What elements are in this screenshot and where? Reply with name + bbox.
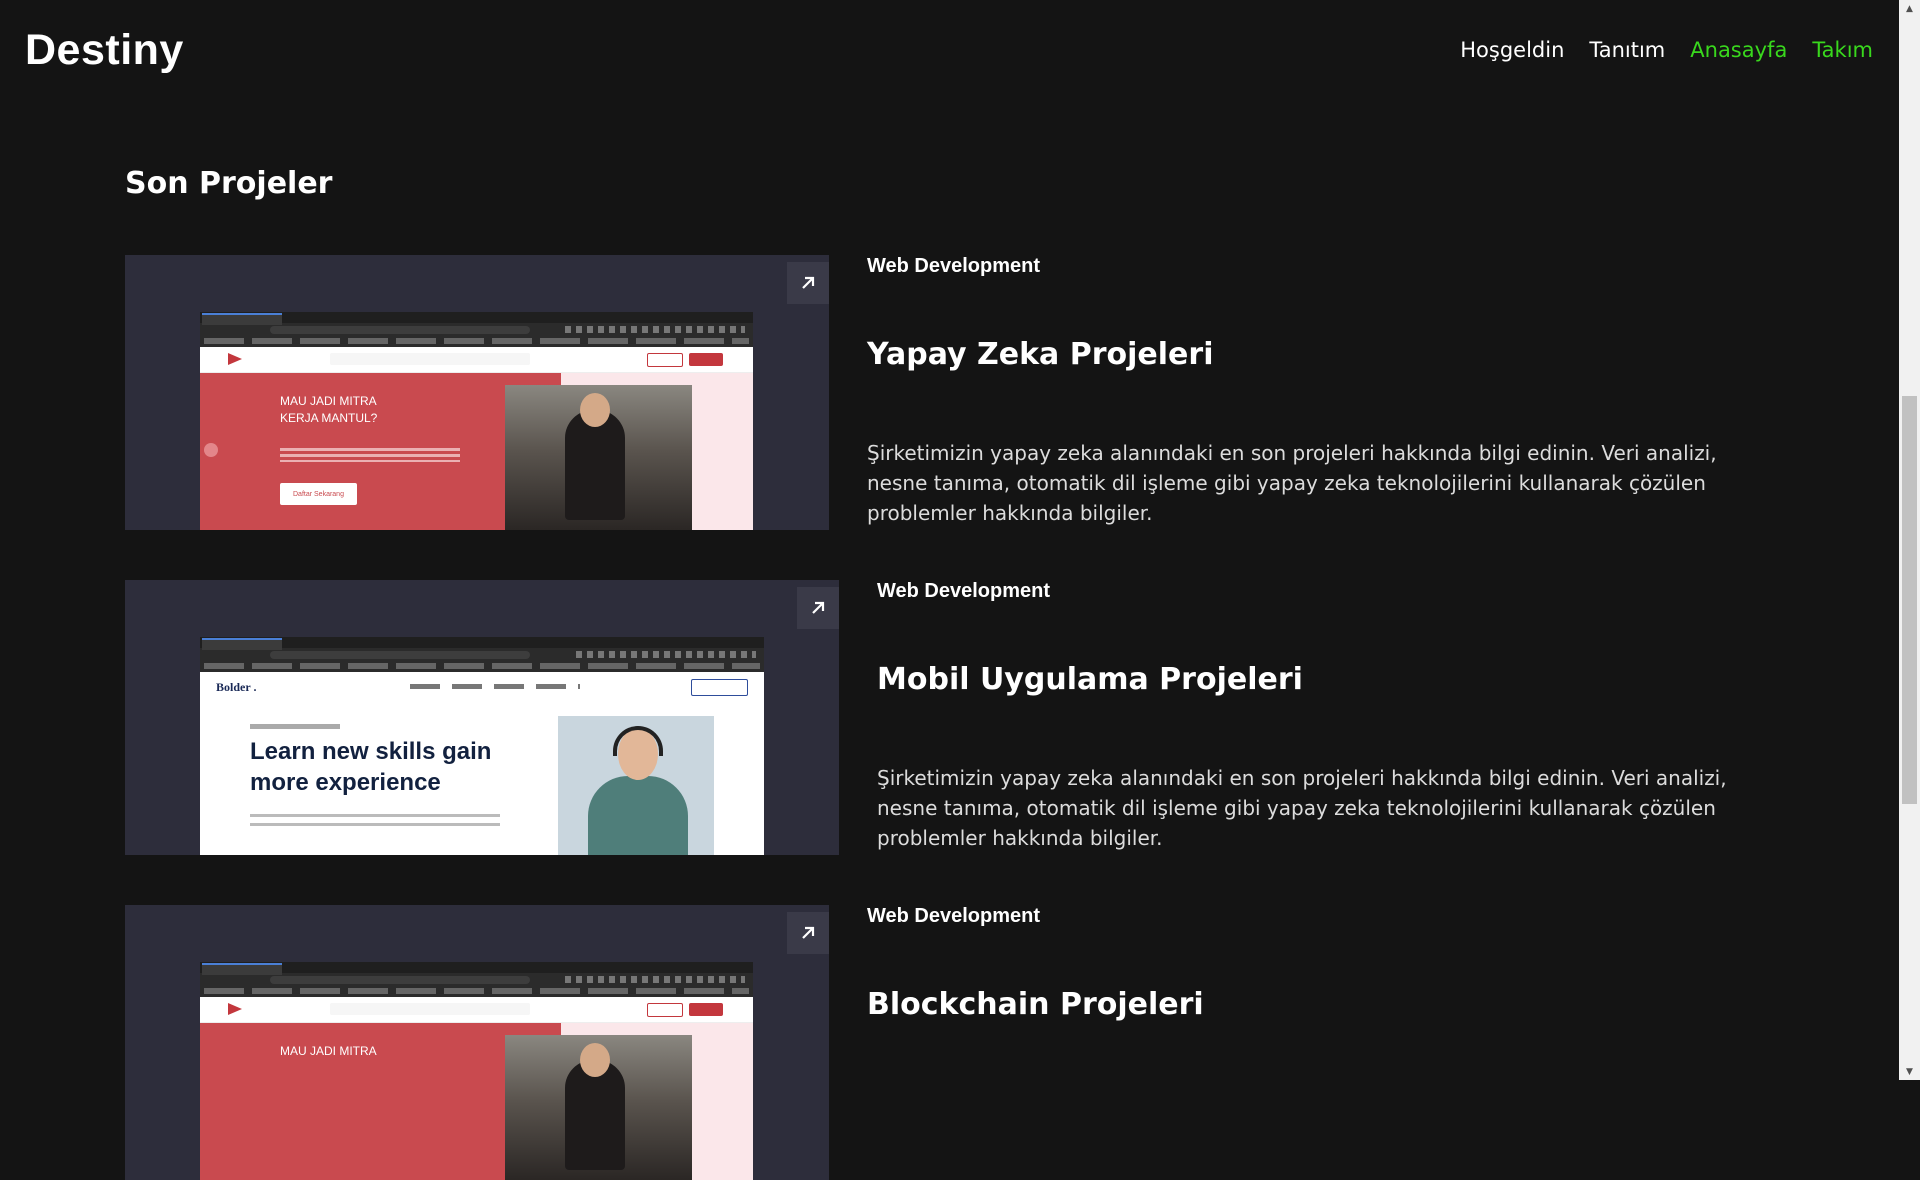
arrow-up-right-icon	[802, 276, 815, 289]
preview-hero: Learn new skills gain more experience	[200, 702, 764, 855]
project-title: Mobil Uygulama Projeleri	[877, 662, 1303, 697]
nav-link-hosgeldin[interactable]: Hoşgeldin	[1460, 38, 1564, 62]
triangle-down-icon[interactable]: ▼	[1899, 1063, 1920, 1080]
header: Destiny Hoşgeldin Tanıtım Anasayfa Takım	[0, 0, 1899, 100]
project-item: Bolder . Learn new skills gain more expe…	[125, 580, 1825, 855]
preview-cta: Daftar Sekarang	[280, 483, 357, 505]
nav-link-tanitim[interactable]: Tanıtım	[1589, 38, 1665, 62]
project-description: Şirketimizin yapay zeka alanındaki en so…	[877, 766, 1727, 850]
project-card[interactable]: MAU JADI MITRA KERJA MANTUL? Daftar Seka…	[125, 255, 829, 530]
browser-chrome	[200, 637, 764, 672]
arrow-up-right-icon	[812, 601, 825, 614]
nav-link-anasayfa[interactable]: Anasayfa	[1690, 38, 1787, 62]
preview-hero-text: MAU JADI MITRA	[280, 1044, 377, 1058]
project-category: Web Development	[877, 580, 1050, 602]
arrow-up-right-icon	[802, 926, 815, 939]
project-title: Blockchain Projeleri	[867, 987, 1204, 1022]
brand-logo[interactable]: Destiny	[25, 26, 184, 75]
open-project-button[interactable]	[787, 262, 829, 304]
preview-hero-text: MAU JADI MITRA KERJA MANTUL?	[280, 394, 378, 425]
open-project-button[interactable]	[787, 912, 829, 954]
preview-navbar	[200, 347, 753, 373]
project-item: MAU JADI MITRA KERJA MANTUL? Daftar Seka…	[125, 255, 1825, 530]
preview-photo	[558, 716, 714, 855]
project-item: MAU JADI MITRA Web Development Blockchai…	[125, 905, 1825, 1180]
project-preview-image: MAU JADI MITRA KERJA MANTUL? Daftar Seka…	[200, 312, 753, 530]
triangle-up-icon[interactable]: ▲	[1899, 0, 1920, 17]
main-nav: Hoşgeldin Tanıtım Anasayfa Takım	[1460, 38, 1873, 62]
preview-hero: MAU JADI MITRA	[200, 1023, 753, 1180]
preview-photo	[505, 385, 692, 530]
section-title: Son Projeler	[125, 166, 333, 201]
nav-link-takim[interactable]: Takım	[1812, 38, 1873, 62]
preview-photo	[505, 1035, 692, 1180]
preview-hero: MAU JADI MITRA KERJA MANTUL? Daftar Seka…	[200, 373, 753, 530]
page-scrollbar[interactable]: ▲ ▼	[1899, 0, 1920, 1080]
project-description: Şirketimizin yapay zeka alanındaki en so…	[867, 441, 1717, 525]
preview-navbar: Bolder .	[200, 672, 764, 702]
browser-chrome	[200, 312, 753, 347]
preview-hero-title: Learn new skills gain more experience	[250, 738, 492, 796]
project-preview-image: Bolder . Learn new skills gain more expe…	[200, 637, 764, 855]
project-card[interactable]: Bolder . Learn new skills gain more expe…	[125, 580, 839, 855]
project-category: Web Development	[867, 905, 1040, 927]
browser-chrome	[200, 962, 753, 997]
project-category: Web Development	[867, 255, 1040, 277]
project-card[interactable]: MAU JADI MITRA	[125, 905, 829, 1180]
project-preview-image: MAU JADI MITRA	[200, 962, 753, 1180]
project-title: Yapay Zeka Projeleri	[867, 337, 1214, 372]
scrollbar-thumb[interactable]	[1902, 396, 1917, 804]
open-project-button[interactable]	[797, 587, 839, 629]
preview-navbar	[200, 997, 753, 1023]
